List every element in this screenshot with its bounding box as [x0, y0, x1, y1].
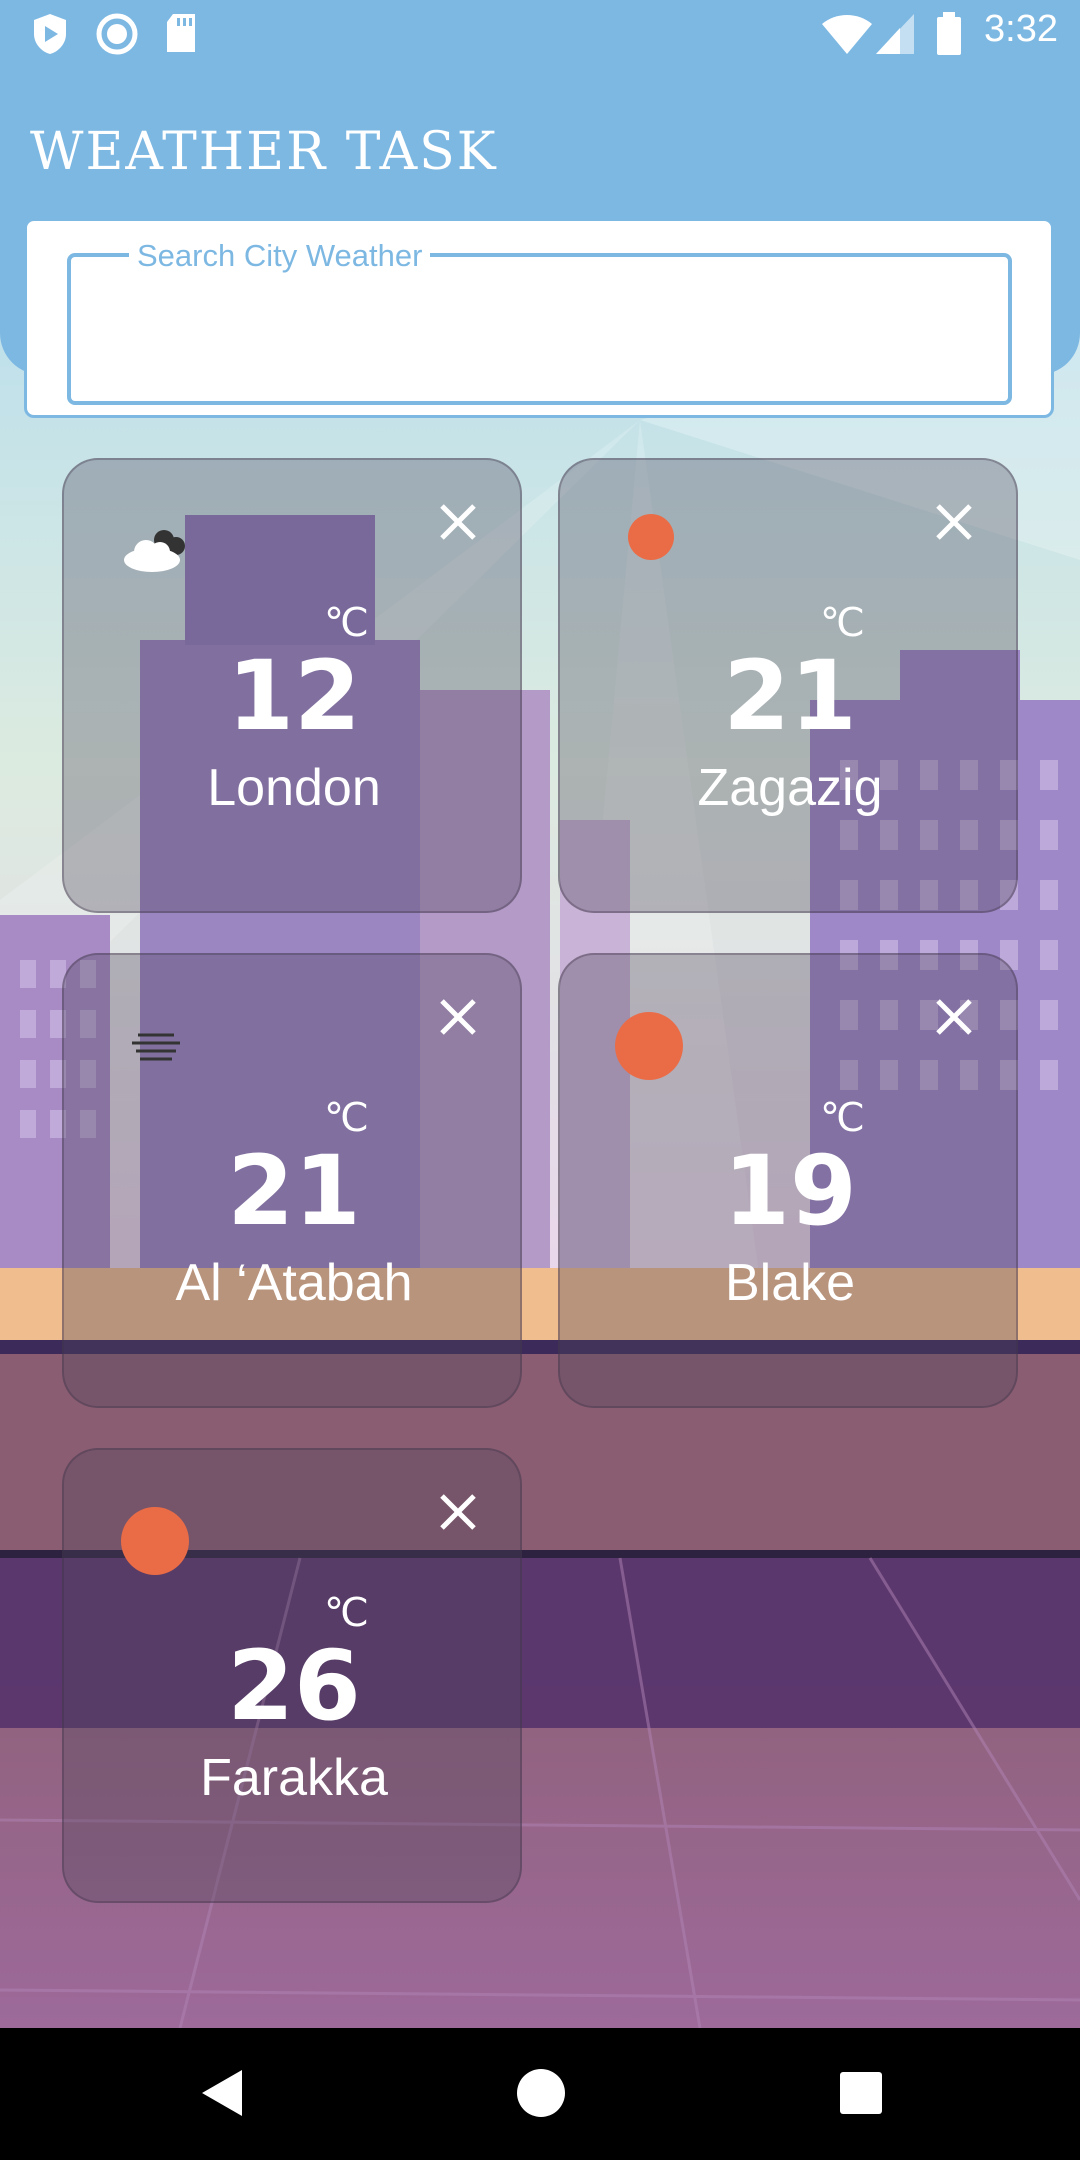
city-name: Blake: [724, 1254, 856, 1312]
city-name: London: [207, 759, 381, 817]
status-time: 3:32: [984, 8, 1058, 50]
play-protect-icon: [30, 12, 70, 61]
weather-card[interactable]: ℃ 26 Farakka: [62, 1448, 522, 1903]
close-icon[interactable]: [436, 1490, 480, 1534]
sun-icon: [120, 1506, 190, 1581]
search-field[interactable]: Search City Weather: [67, 239, 1012, 405]
search-input[interactable]: [87, 287, 991, 369]
temperature-value: 21: [723, 640, 857, 752]
recents-icon[interactable]: [836, 2066, 884, 2125]
sun-icon: [614, 1011, 684, 1086]
sync-icon: [95, 12, 139, 61]
status-bar: 3:32: [0, 0, 1080, 66]
weather-card[interactable]: ℃ 19 Blake: [558, 953, 1018, 1408]
haze-icon: [130, 1031, 182, 1072]
temperature-value: 12: [227, 640, 361, 752]
wifi-icon: [820, 12, 874, 61]
app-title: WEATHER TASK: [30, 122, 498, 182]
cloud-icon: [120, 526, 190, 579]
sd-card-icon: [163, 12, 199, 59]
home-icon[interactable]: [514, 2066, 568, 2125]
close-icon[interactable]: [436, 500, 480, 544]
close-icon[interactable]: [932, 995, 976, 1039]
close-icon[interactable]: [932, 500, 976, 544]
weather-card[interactable]: ℃ 12 London: [62, 458, 522, 913]
city-name: Farakka: [200, 1749, 388, 1807]
battery-icon: [935, 12, 963, 61]
temperature-value: 19: [723, 1135, 857, 1247]
back-icon[interactable]: [196, 2066, 246, 2125]
city-name: Al ‘Atabah: [175, 1254, 413, 1312]
search-label: Search City Weather: [129, 239, 431, 273]
temperature-value: 21: [227, 1135, 361, 1247]
temperature-value: 26: [227, 1630, 361, 1742]
close-icon[interactable]: [436, 995, 480, 1039]
sun-icon: [626, 512, 676, 567]
city-name: Zagazig: [697, 759, 883, 817]
signal-icon: [874, 12, 916, 61]
search-card: Search City Weather: [24, 218, 1054, 418]
weather-card[interactable]: ℃ 21 Al ‘Atabah: [62, 953, 522, 1408]
weather-card[interactable]: ℃ 21 Zagazig: [558, 458, 1018, 913]
navigation-bar: [0, 2028, 1080, 2160]
